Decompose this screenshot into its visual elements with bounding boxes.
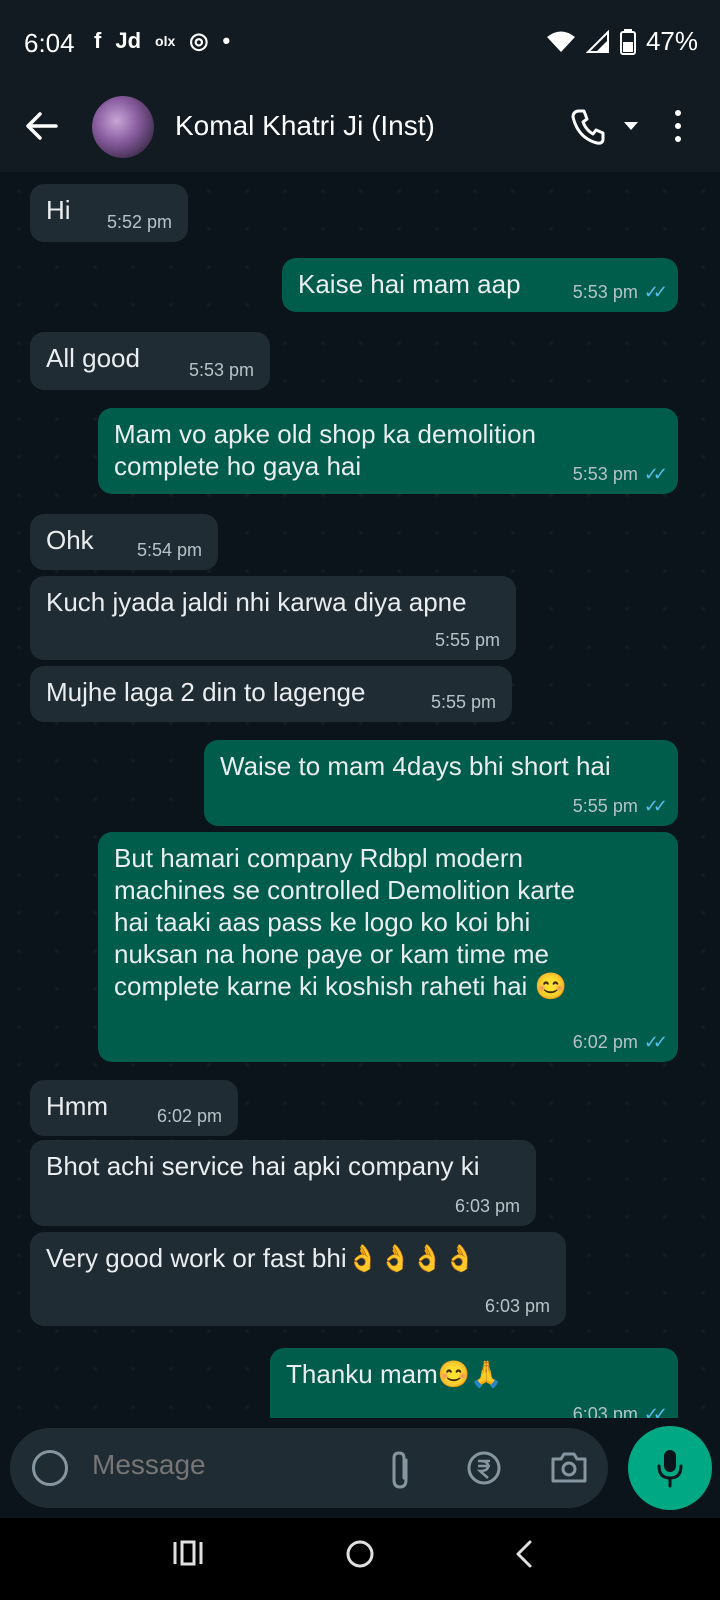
emoji-sticker-icon[interactable] [32, 1450, 68, 1486]
chat-messages: Hi 5:52 pm Kaise hai mam aap 5:53 pm ✓✓ A… [0, 172, 720, 1418]
message-bubble-incoming[interactable]: Bhot achi service hai apki company ki 6:… [30, 1140, 536, 1226]
message-time: 5:55 pm [434, 630, 500, 650]
notification-icons: f Jd olx ◎ • [94, 28, 230, 54]
olx-icon: olx [155, 33, 176, 49]
message-bubble-incoming[interactable]: All good 5:53 pm [30, 332, 270, 390]
message-text: Thanku mam😊🙏 [286, 1359, 503, 1389]
attach-icon[interactable] [386, 1450, 416, 1490]
read-ticks-icon: ✓✓ [643, 282, 668, 302]
chat-header: Komal Khatri Ji (Inst) [0, 86, 720, 172]
message-bubble-outgoing[interactable]: Thanku mam😊🙏 6:03 pm ✓✓ [270, 1348, 678, 1418]
message-time: 5:55 pm [572, 796, 638, 816]
message-time: 6:02 pm [572, 1032, 638, 1052]
message-bubble-outgoing[interactable]: Waise to mam 4days bhi short hai 5:55 pm… [204, 740, 678, 826]
message-bubble-incoming[interactable]: Very good work or fast bhi👌👌👌👌 6:03 pm [30, 1232, 566, 1326]
status-bar: 6:04 f Jd olx ◎ • 47% [0, 0, 720, 86]
recent-apps-icon[interactable] [172, 1538, 204, 1568]
rupee-payment-icon[interactable] [466, 1450, 502, 1486]
status-right: 47% [546, 26, 698, 57]
wifi-icon [546, 31, 575, 52]
message-time: 5:54 pm [136, 540, 202, 560]
message-time: 5:55 pm [430, 692, 496, 712]
back-arrow-icon[interactable] [22, 106, 62, 146]
system-nav-bar [0, 1518, 720, 1600]
mic-icon [657, 1450, 683, 1488]
camera-icon[interactable] [550, 1450, 588, 1484]
message-composer [10, 1428, 608, 1508]
message-time: 6:03 pm [572, 1404, 638, 1418]
avatar[interactable] [92, 96, 154, 158]
message-text: Waise to mam 4days bhi short hai [220, 751, 611, 781]
message-time: 5:53 pm [572, 464, 638, 484]
battery-percent: 47% [645, 26, 698, 56]
message-text: But hamari company Rdbpl modern machines… [114, 843, 575, 1001]
call-dropdown-icon[interactable] [624, 122, 638, 130]
message-bubble-outgoing[interactable]: Kaise hai mam aap 5:53 pm ✓✓ [282, 258, 678, 312]
battery-icon [619, 28, 636, 55]
message-time: 6:03 pm [484, 1296, 550, 1316]
back-nav-icon[interactable] [512, 1538, 536, 1570]
message-text: Kuch jyada jaldi nhi karwa diya apne [46, 587, 467, 617]
message-bubble-incoming[interactable]: Hmm 6:02 pm [30, 1080, 238, 1136]
message-bubble-outgoing[interactable]: But hamari company Rdbpl modern machines… [98, 832, 678, 1062]
message-text: Mujhe laga 2 din to lagenge [46, 677, 366, 707]
read-ticks-icon: ✓✓ [643, 1032, 668, 1052]
message-text: Bhot achi service hai apki company ki [46, 1151, 480, 1181]
contact-name[interactable]: Komal Khatri Ji (Inst) [175, 110, 435, 142]
message-bubble-incoming[interactable]: Kuch jyada jaldi nhi karwa diya apne 5:5… [30, 576, 516, 660]
message-bubble-incoming[interactable]: Mujhe laga 2 din to lagenge 5:55 pm [30, 666, 512, 722]
read-ticks-icon: ✓✓ [643, 796, 668, 816]
more-options-icon[interactable] [675, 110, 681, 149]
jd-icon: Jd [115, 28, 142, 53]
message-text: Very good work or fast bhi👌👌👌👌 [46, 1243, 477, 1273]
signal-icon [585, 29, 609, 53]
message-input[interactable] [90, 1448, 374, 1482]
read-ticks-icon: ✓✓ [643, 1404, 668, 1418]
dot-icon: • [222, 28, 231, 53]
status-time: 6:04 [24, 28, 75, 58]
instagram-icon: ◎ [189, 28, 209, 53]
mic-button[interactable] [628, 1426, 712, 1510]
read-ticks-icon: ✓✓ [643, 464, 668, 484]
message-time: 6:02 pm [156, 1106, 222, 1126]
message-bubble-incoming[interactable]: Ohk 5:54 pm [30, 514, 218, 570]
facebook-icon: f [94, 28, 102, 53]
message-bubble-incoming[interactable]: Hi 5:52 pm [30, 184, 188, 242]
message-time: 5:52 pm [106, 212, 172, 232]
message-time: 6:03 pm [454, 1196, 520, 1216]
message-time: 5:53 pm [572, 282, 638, 302]
compose-bar [0, 1418, 720, 1518]
home-icon[interactable] [344, 1538, 376, 1570]
phone-icon[interactable] [570, 108, 606, 146]
message-time: 5:53 pm [188, 360, 254, 380]
message-bubble-outgoing[interactable]: Mam vo apke old shop ka demolition compl… [98, 408, 678, 494]
